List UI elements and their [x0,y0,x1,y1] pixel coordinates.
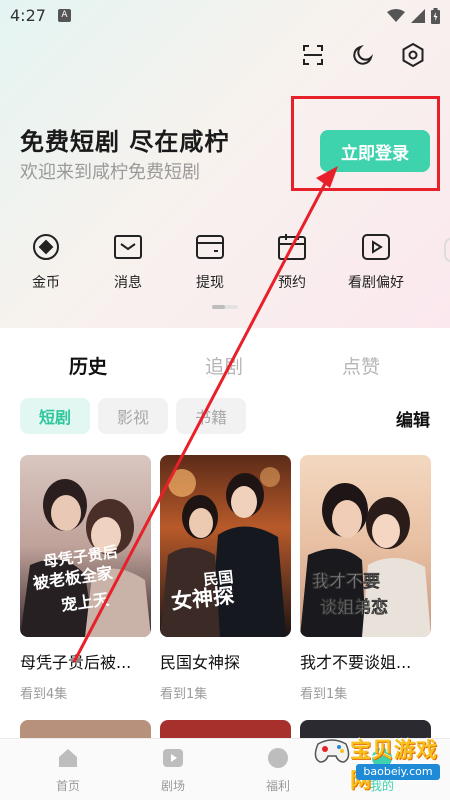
drama-card[interactable]: 母凭子贵后 被老板全家 宠上天 母凭子贵后被... 看到4集 [20,455,151,702]
drama-title: 民国女神探 [160,653,241,672]
scan-icon [303,45,323,65]
drama-title: 母凭子贵后被... [20,653,132,672]
quick-item-withdraw[interactable]: 提现 [170,232,250,292]
theater-icon [163,749,183,767]
drama-card[interactable]: 民国 女神探 民国女神探 看到1集 [160,455,291,702]
battery-icon [431,8,440,24]
gift-icon [268,748,288,768]
top-actions [298,40,428,70]
play-icon [362,234,390,260]
signal-icon [411,9,425,23]
drama-card[interactable]: 我才不要 谈姐弟恋 我才不要谈姐... 看到1集 [300,455,431,702]
tab-following[interactable]: 追剧 [205,352,243,379]
nav-welfare[interactable]: 福利 [248,747,308,794]
quick-item-reservation[interactable]: 预约 [252,232,332,292]
poster-title: 谈姐弟恋 [320,597,388,618]
watermark-url: baobeiy.com [356,764,440,780]
watermark: 宝贝游戏网 baobeiy.com [312,730,444,794]
watch-progress: 看到1集 [160,687,208,702]
edit-button[interactable]: 编辑 [396,406,430,431]
nav-theater[interactable]: 剧场 [143,747,203,794]
gear-icon [402,42,424,68]
coin-icon [33,234,59,260]
nav-home[interactable]: 首页 [38,747,98,794]
drama-poster: 民国 女神探 [160,455,291,637]
watch-progress: 看到4集 [20,687,68,702]
annotation-highlight-box [291,96,440,191]
poster-title: 我才不要 [312,571,380,592]
hero-title: 免费短剧 尽在咸柠 [20,128,230,156]
status-icons [387,8,440,24]
drama-poster: 我才不要 谈姐弟恋 [300,455,431,637]
filter-film-tv[interactable]: 影视 [98,398,168,434]
hero-subtitle: 欢迎来到咸柠免费短剧 [20,162,200,183]
message-icon [114,235,142,259]
nav-label: 剧场 [160,779,185,793]
moon-icon [353,44,374,65]
filter-books[interactable]: 书籍 [176,398,246,434]
quick-menu: 金币 消息 提现 预约 看剧偏好 [0,232,450,302]
quick-item-label: 预约 [278,275,306,291]
status-bar: 4:27 A [0,0,450,34]
notification-icon: A [58,9,71,22]
nav-label: 福利 [265,779,290,793]
gamepad-icon [314,739,350,763]
quick-item-label: 消息 [114,275,142,291]
drama-title: 我才不要谈姐... [300,653,412,672]
wallet-icon [196,235,224,259]
calendar-icon [278,234,306,260]
quick-item-label: 提现 [196,275,224,291]
nav-label: 首页 [55,779,80,793]
scan-button[interactable] [298,40,328,70]
quick-item-messages[interactable]: 消息 [88,232,168,292]
settings-button[interactable] [398,40,428,70]
quick-item-label: 金币 [32,275,60,291]
filter-short-drama[interactable]: 短剧 [20,398,90,434]
more-menu-peek [444,238,450,262]
menu-scroll-indicator [212,305,238,309]
drama-poster: 母凭子贵后 被老板全家 宠上天 [20,455,151,637]
night-mode-button[interactable] [348,40,378,70]
watch-progress: 看到1集 [300,687,348,702]
quick-item-label: 看剧偏好 [348,275,404,291]
tab-history[interactable]: 历史 [69,352,107,379]
status-time: 4:27 [10,6,46,25]
quick-item-preferences[interactable]: 看剧偏好 [336,232,416,292]
wifi-icon [387,9,405,22]
tab-likes[interactable]: 点赞 [342,352,380,379]
quick-item-coins[interactable]: 金币 [6,232,86,292]
home-icon [59,749,77,767]
